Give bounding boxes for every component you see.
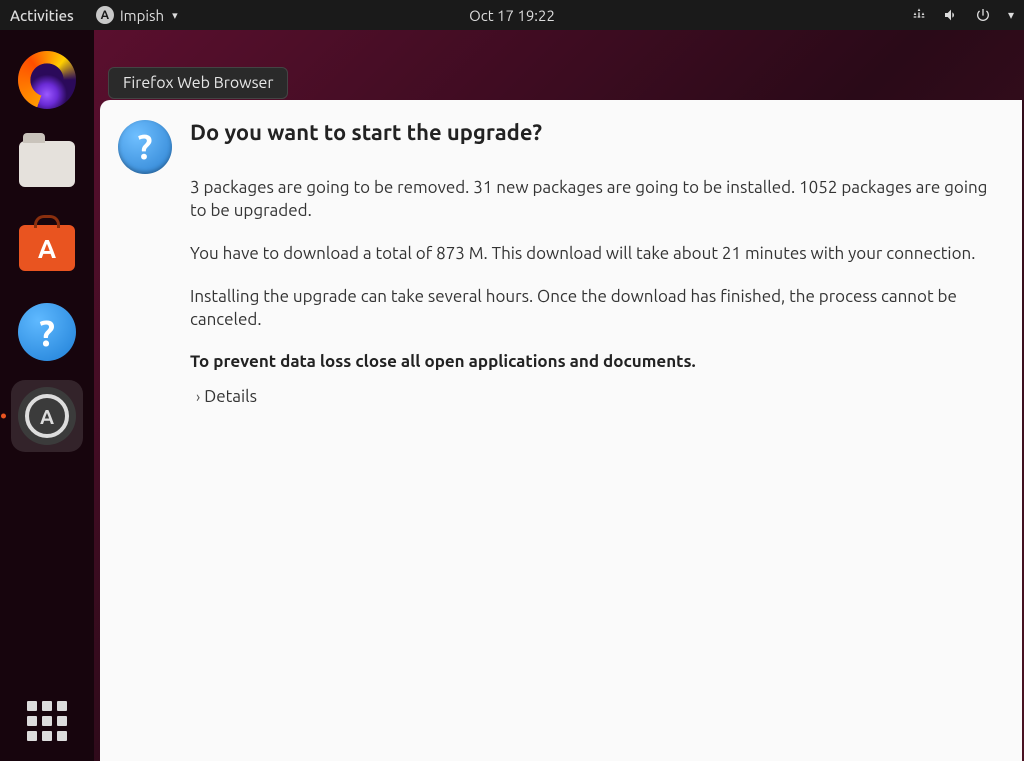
dock-item-help[interactable]: ?: [11, 296, 83, 368]
dialog-paragraph: 3 packages are going to be removed. 31 n…: [190, 177, 990, 223]
dock: A ?: [0, 30, 94, 761]
dialog-paragraph: Installing the upgrade can take several …: [190, 286, 990, 332]
help-icon: ?: [18, 303, 76, 361]
clock[interactable]: Oct 17 19:22: [469, 7, 555, 24]
details-label: Details: [204, 387, 257, 406]
top-bar: Activities A Impish ▾ Oct 17 19:22 ▾: [0, 0, 1024, 30]
dock-item-software[interactable]: A: [11, 212, 83, 284]
app-menu-label: Impish: [120, 7, 164, 24]
show-applications-button[interactable]: [27, 701, 67, 741]
volume-icon: [942, 6, 960, 24]
dialog-body: Do you want to start the upgrade? 3 pack…: [190, 120, 990, 741]
dock-item-firefox[interactable]: [11, 44, 83, 116]
chevron-down-icon: ▾: [1008, 8, 1014, 22]
dialog-title: Do you want to start the upgrade?: [190, 120, 990, 145]
topbar-left-group: Activities A Impish ▾: [10, 6, 178, 24]
upgrade-dialog: ? Do you want to start the upgrade? 3 pa…: [100, 100, 1022, 761]
activities-button[interactable]: Activities: [10, 7, 74, 24]
app-menu[interactable]: A Impish ▾: [96, 6, 178, 24]
chevron-down-icon: ▾: [172, 9, 178, 22]
dock-item-software-updater[interactable]: [11, 380, 83, 452]
dialog-warning: To prevent data loss close all open appl…: [190, 352, 990, 371]
power-icon: [974, 6, 992, 24]
dock-tooltip: Firefox Web Browser: [108, 67, 288, 99]
dialog-paragraph: You have to download a total of 873 M. T…: [190, 243, 990, 266]
software-updater-icon: [18, 387, 76, 445]
dock-item-files[interactable]: [11, 128, 83, 200]
folder-icon: [19, 141, 75, 187]
app-menu-icon: A: [96, 6, 114, 24]
system-tray[interactable]: ▾: [910, 6, 1014, 24]
question-icon: ?: [118, 120, 172, 174]
details-expander[interactable]: › Details: [196, 387, 990, 406]
network-icon: [910, 6, 928, 24]
chevron-right-icon: ›: [196, 388, 200, 405]
firefox-icon: [18, 51, 76, 109]
software-store-icon: A: [19, 225, 75, 271]
